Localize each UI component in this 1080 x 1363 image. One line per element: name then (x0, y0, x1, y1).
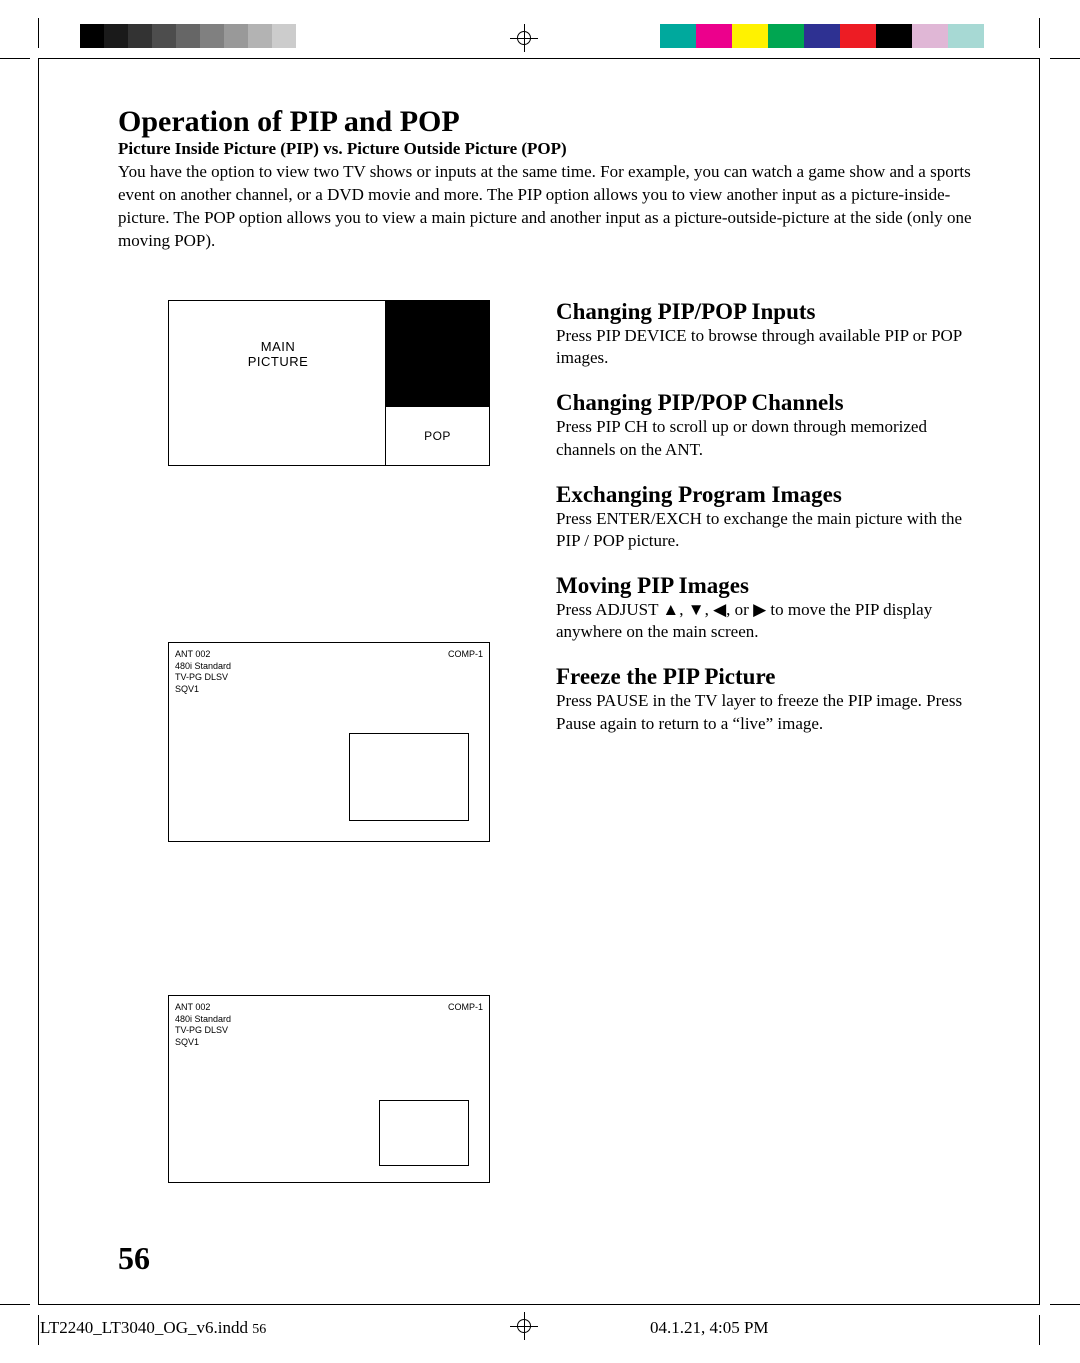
subheading: Picture Inside Picture (PIP) vs. Picture… (118, 139, 988, 159)
sections-column: Changing PIP/POP InputsPress PIP DEVICE … (556, 300, 986, 757)
section-body: Press PAUSE in the TV layer to freeze th… (556, 690, 986, 734)
section-heading: Changing PIP/POP Inputs (556, 300, 986, 324)
footer-page-small: 56 (252, 1322, 266, 1337)
section-heading: Freeze the PIP Picture (556, 665, 986, 689)
osd-top-right: COMP-1 (448, 649, 483, 659)
page-title: Operation of PIP and POP (118, 105, 988, 138)
pip-window (379, 1100, 469, 1166)
pip-window (349, 733, 469, 821)
crop-mark (0, 58, 30, 59)
crop-mark (1050, 58, 1080, 59)
section-heading: Changing PIP/POP Channels (556, 391, 986, 415)
crop-mark (1050, 1304, 1080, 1305)
print-footer: LT2240_LT3040_OG_v6.indd 56 04.1.21, 4:0… (0, 1318, 1080, 1348)
section-body: Press PIP DEVICE to browse through avail… (556, 325, 986, 369)
pop-figure: MAINPICTURE POP (168, 300, 490, 466)
section-heading: Moving PIP Images (556, 574, 986, 598)
grayscale-swatches (80, 24, 320, 48)
pip-monitor-figure-1: ANT 002480i StandardTV-PG DLSVSQV1 COMP-… (168, 642, 490, 842)
pop-label: POP (385, 407, 489, 465)
crop-mark (38, 18, 39, 48)
color-swatches (660, 24, 984, 48)
page-number: 56 (118, 1240, 150, 1277)
osd-top-left: ANT 002480i StandardTV-PG DLSVSQV1 (175, 649, 231, 696)
crop-mark (0, 1304, 30, 1305)
crop-mark (1039, 18, 1040, 48)
section-body: Press ADJUST ▲, ▼, ◀, or ▶ to move the P… (556, 599, 986, 643)
section-heading: Exchanging Program Images (556, 483, 986, 507)
footer-timestamp: 04.1.21, 4:05 PM (650, 1318, 769, 1338)
registration-mark (510, 24, 538, 52)
section-body: Press PIP CH to scroll up or down throug… (556, 416, 986, 460)
footer-filename: LT2240_LT3040_OG_v6.indd (40, 1318, 248, 1337)
main-picture-label: MAINPICTURE (169, 301, 387, 407)
osd-top-left: ANT 002480i StandardTV-PG DLSVSQV1 (175, 1002, 231, 1049)
pip-black-box (385, 301, 489, 407)
section-body: Press ENTER/EXCH to exchange the main pi… (556, 508, 986, 552)
intro-paragraph: You have the option to view two TV shows… (118, 161, 988, 253)
osd-top-right: COMP-1 (448, 1002, 483, 1012)
pip-monitor-figure-2: ANT 002480i StandardTV-PG DLSVSQV1 COMP-… (168, 995, 490, 1183)
